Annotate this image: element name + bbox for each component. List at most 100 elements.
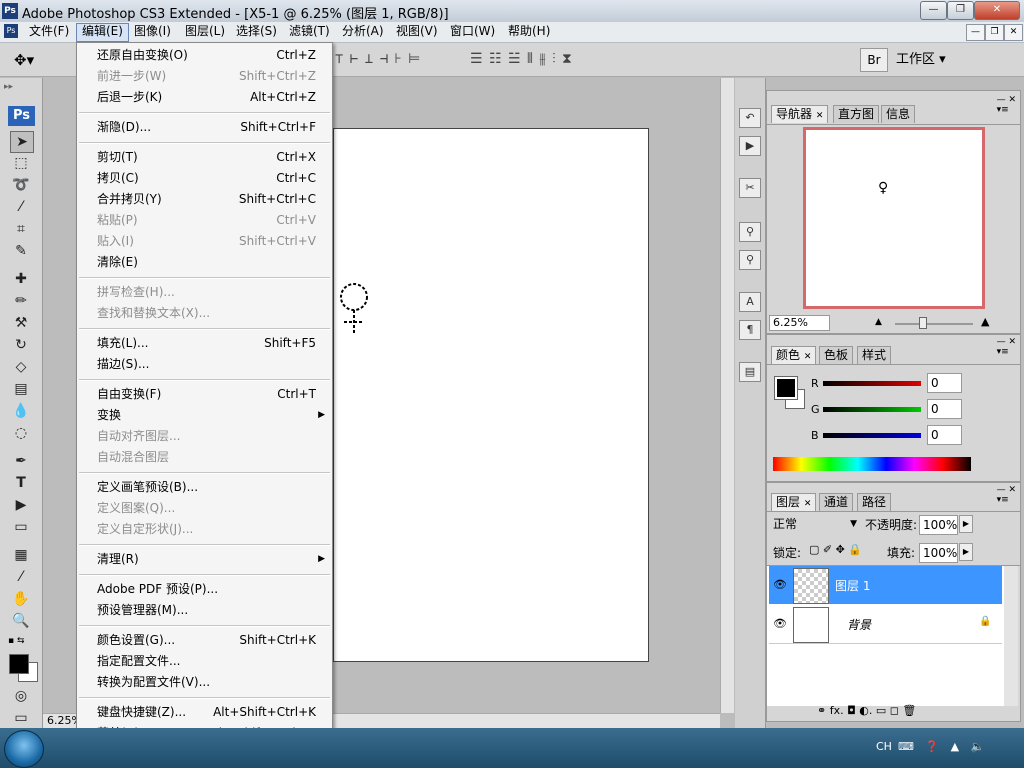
tab-channels[interactable]: 通道: [819, 493, 854, 511]
opacity-field[interactable]: 100%: [919, 515, 958, 535]
minimize-button[interactable]: —: [920, 1, 947, 20]
zoom-tool-icon[interactable]: 🔍: [10, 611, 32, 631]
fill-arrow-icon[interactable]: ▶: [959, 543, 973, 561]
navigator-zoom-slider[interactable]: [895, 323, 973, 325]
navigator-preview[interactable]: ♀: [803, 127, 985, 309]
eraser-tool-icon[interactable]: ◇: [10, 357, 32, 377]
default-colors-icon[interactable]: ▪ ⇆: [8, 636, 25, 646]
edit-menu-item[interactable]: 填充(L)... Shift+F5: [77, 333, 332, 354]
menu-help[interactable]: 帮助(H): [503, 23, 555, 40]
foreground-color-swatch[interactable]: [9, 654, 29, 674]
vertical-scrollbar[interactable]: [720, 78, 734, 713]
edit-menu-item[interactable]: 拷贝(C) Ctrl+C: [77, 168, 332, 189]
tab-histogram[interactable]: 直方图: [833, 105, 880, 123]
lasso-tool-icon[interactable]: ➰: [10, 175, 32, 195]
color-ramp[interactable]: [773, 457, 971, 471]
edit-menu-item[interactable]: 描边(S)...: [77, 354, 332, 375]
edit-menu-item[interactable]: 转换为配置文件(V)...: [77, 672, 332, 693]
edit-menu-item[interactable]: 指定配置文件...: [77, 651, 332, 672]
notes-tool-icon[interactable]: ▦: [10, 545, 32, 565]
move-tool-preset-icon[interactable]: ✥▾: [14, 51, 34, 69]
slice-tool-icon[interactable]: ✎: [10, 241, 32, 261]
character-panel-icon[interactable]: A: [739, 292, 761, 312]
layer-row[interactable]: 👁 图层 1: [769, 566, 1002, 604]
distribute-buttons[interactable]: ☰ ☷ ☱ ⫴ ⫵ ⫶ ⧗: [470, 51, 572, 67]
lock-icons[interactable]: ▢ ✐ ✥ 🔒: [809, 543, 862, 556]
edit-menu-item[interactable]: 定义画笔预设(B)...: [77, 477, 332, 498]
edit-menu-item[interactable]: 自由变换(F) Ctrl+T: [77, 384, 332, 405]
menu-image[interactable]: 图像(I): [129, 23, 176, 40]
layers-footer-buttons[interactable]: ⚭ fx. ◘ ◐. ▭ ◻ 🗑: [817, 704, 916, 717]
marquee-tool-icon[interactable]: ⬚: [10, 153, 32, 173]
edit-menu-item[interactable]: 预设管理器(M)...: [77, 600, 332, 621]
history-brush-tool-icon[interactable]: ↻: [10, 335, 32, 355]
actions-panel-icon[interactable]: ▶: [739, 136, 761, 156]
channel-g-slider[interactable]: [823, 407, 921, 412]
screen-mode-icon[interactable]: ▭: [10, 708, 32, 728]
menu-file[interactable]: 文件(F): [24, 23, 74, 40]
menu-view[interactable]: 视图(V): [391, 23, 443, 40]
layer-name[interactable]: 图层 1: [835, 577, 870, 594]
layer-comps-icon[interactable]: ▤: [739, 362, 761, 382]
channel-r-slider[interactable]: [823, 381, 921, 386]
menu-select[interactable]: 选择(S): [231, 23, 282, 40]
menu-window[interactable]: 窗口(W): [445, 23, 500, 40]
brush-tool-icon[interactable]: ✏: [10, 291, 32, 311]
workspace-button[interactable]: 工作区 ▾: [896, 49, 966, 70]
menu-filter[interactable]: 滤镜(T): [284, 23, 335, 40]
canvas[interactable]: [333, 128, 649, 662]
visibility-eye-icon[interactable]: 👁: [773, 578, 787, 591]
layer-name[interactable]: 背景: [847, 616, 871, 633]
clone-stamp-tool-icon[interactable]: ⚒: [10, 313, 32, 333]
edit-menu-item[interactable]: 合并拷贝(Y) Shift+Ctrl+C: [77, 189, 332, 210]
toolbox-collapse-icon[interactable]: ▸▸: [4, 82, 13, 92]
photoshop-badge[interactable]: Ps: [8, 106, 35, 126]
close-button[interactable]: ✕: [974, 1, 1020, 20]
tab-color[interactable]: 颜色 ✕: [771, 346, 817, 364]
tab-swatches[interactable]: 色板: [819, 346, 854, 364]
edit-menu-item[interactable]: 还原自由变换(O) Ctrl+Z: [77, 45, 332, 66]
move-tool-icon[interactable]: ➤: [10, 131, 34, 153]
channel-r-value[interactable]: 0: [927, 373, 962, 393]
color-panel-menu-icon[interactable]: — ✕ ▾≡: [997, 337, 1016, 357]
healing-brush-tool-icon[interactable]: ✚: [10, 269, 32, 289]
color-fg-swatch[interactable]: [774, 376, 798, 400]
menu-edit[interactable]: 编辑(E): [76, 23, 129, 42]
language-indicator[interactable]: CH: [876, 740, 892, 753]
edit-menu-item[interactable]: Adobe PDF 预设(P)...: [77, 579, 332, 600]
channel-b-slider[interactable]: [823, 433, 921, 438]
edit-menu-item[interactable]: 颜色设置(G)... Shift+Ctrl+K: [77, 630, 332, 651]
zoom-in-icon[interactable]: ▲: [981, 315, 989, 328]
edit-menu-item[interactable]: 键盘快捷键(Z)... Alt+Shift+Ctrl+K: [77, 702, 332, 723]
menu-layer[interactable]: 图层(L): [180, 23, 230, 40]
hand-tool-icon[interactable]: ✋: [10, 589, 32, 609]
gradient-tool-icon[interactable]: ▤: [10, 379, 32, 399]
fill-field[interactable]: 100%: [919, 543, 958, 563]
quick-mask-icon[interactable]: ◎: [10, 686, 32, 706]
document-icon[interactable]: Ps: [4, 24, 18, 38]
zoom-out-icon[interactable]: ▲: [875, 317, 882, 327]
align-buttons[interactable]: ⊤ ⊢ ⊥ ⊣ ⊦ ⊨: [335, 51, 420, 67]
layer-row[interactable]: 👁 背景 🔒: [769, 605, 1002, 644]
zoom-slider-thumb[interactable]: [919, 317, 927, 329]
tool-presets-icon[interactable]: ✂: [739, 178, 761, 198]
path-selection-tool-icon[interactable]: ▶: [10, 495, 32, 515]
menu-analysis[interactable]: 分析(A): [337, 23, 389, 40]
clone-source-icon[interactable]: ⚲: [739, 250, 761, 270]
blur-tool-icon[interactable]: 💧: [10, 401, 32, 421]
doc-close-button[interactable]: ✕: [1004, 24, 1023, 41]
layers-scrollbar[interactable]: [1004, 566, 1018, 706]
tab-layers[interactable]: 图层 ✕: [771, 493, 817, 511]
edit-menu-item[interactable]: 渐隐(D)... Shift+Ctrl+F: [77, 117, 332, 138]
edit-menu-item[interactable]: 清除(E): [77, 252, 332, 273]
doc-restore-button[interactable]: ❐: [985, 24, 1004, 41]
edit-menu-item[interactable]: 剪切(T) Ctrl+X: [77, 147, 332, 168]
pen-tool-icon[interactable]: ✒: [10, 451, 32, 471]
edit-menu-item[interactable]: 清理(R) ▶: [77, 549, 332, 570]
tab-styles[interactable]: 样式: [857, 346, 892, 364]
layers-panel-menu-icon[interactable]: — ✕ ▾≡: [997, 485, 1016, 505]
magic-wand-tool-icon[interactable]: ⁄: [10, 197, 32, 217]
system-tray-icons[interactable]: ⌨ ❓ ▲ 🔈: [898, 740, 988, 753]
opacity-arrow-icon[interactable]: ▶: [959, 515, 973, 533]
visibility-eye-icon[interactable]: 👁: [773, 617, 787, 630]
